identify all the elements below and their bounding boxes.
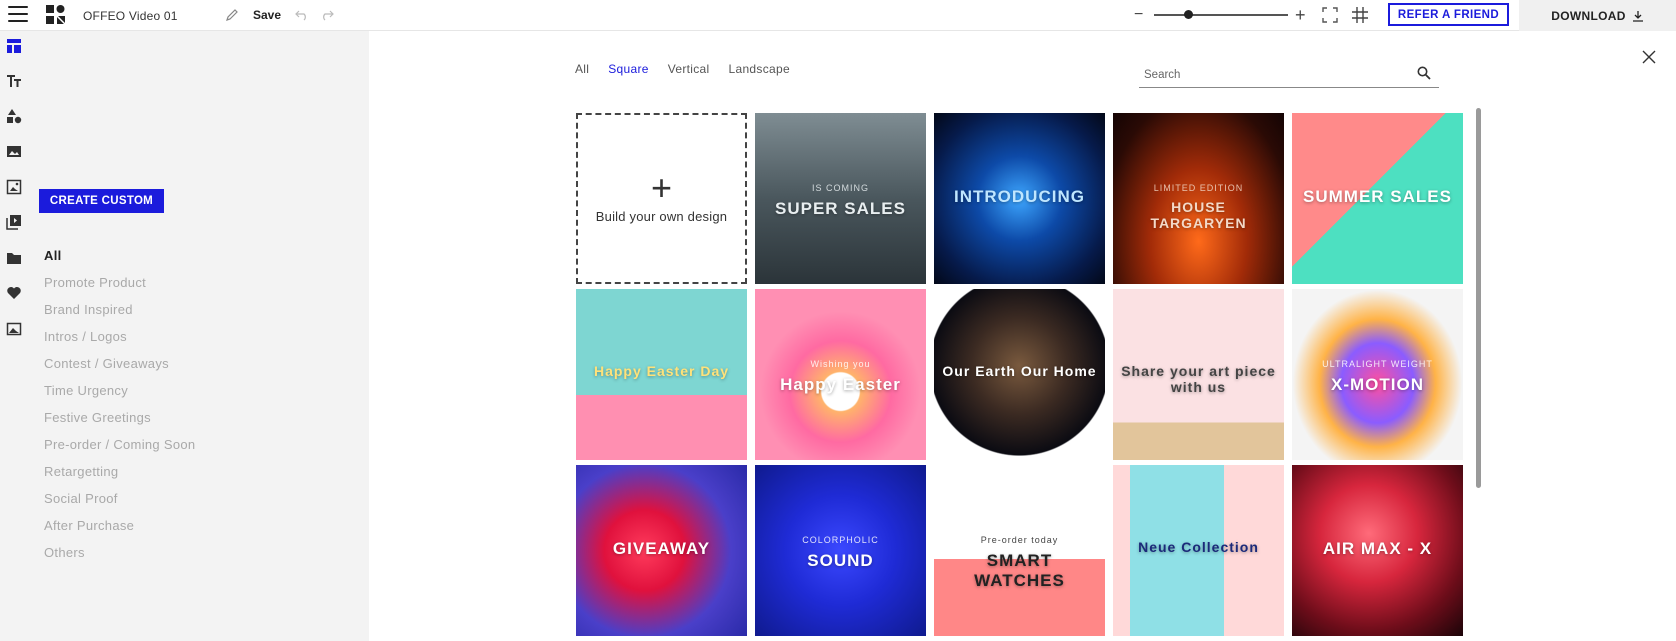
template-subtitle: IS COMING [811, 183, 869, 193]
search-icon[interactable] [1417, 66, 1431, 80]
format-tabs: All Square Vertical Landscape [575, 62, 790, 76]
template-tile[interactable]: ULTRALIGHT WEIGHT X-MOTION [1292, 289, 1463, 460]
template-tile[interactable]: Wishing you Happy Easter [755, 289, 926, 460]
category-item[interactable]: Intros / Logos [44, 329, 195, 356]
template-tile[interactable]: Share your art piece with us [1113, 289, 1284, 460]
template-title: Share your art piece with us [1121, 363, 1276, 395]
media-library-icon[interactable] [6, 214, 22, 230]
category-item[interactable]: Festive Greetings [44, 410, 195, 437]
category-item[interactable]: All [44, 248, 195, 275]
download-label: DOWNLOAD [1551, 8, 1626, 23]
template-subtitle: Pre-order today [980, 535, 1059, 545]
template-title: X-MOTION [1331, 375, 1424, 394]
template-title: SMART WATCHES [974, 551, 1065, 590]
background-icon[interactable] [6, 321, 22, 337]
zoom-in-icon[interactable]: + [1295, 6, 1306, 24]
redo-icon[interactable] [320, 7, 334, 21]
template-title: INTRODUCING [954, 187, 1085, 206]
undo-icon[interactable] [295, 7, 309, 21]
tab-square[interactable]: Square [608, 62, 649, 76]
photo-icon[interactable] [6, 179, 22, 195]
create-custom-button[interactable]: CREATE CUSTOM [39, 189, 164, 213]
template-title: AIR MAX - X [1322, 539, 1433, 558]
tab-landscape[interactable]: Landscape [729, 62, 790, 76]
refer-a-friend-button[interactable]: REFER A FRIEND [1388, 3, 1509, 26]
category-item[interactable]: Others [44, 545, 195, 572]
template-tile[interactable]: Our Earth Our Home [934, 289, 1105, 460]
template-tile[interactable]: Neue Collection [1113, 465, 1284, 636]
category-item[interactable]: After Purchase [44, 518, 195, 545]
text-icon[interactable] [6, 73, 22, 89]
templates-icon[interactable] [6, 38, 22, 54]
category-item[interactable]: Time Urgency [44, 383, 195, 410]
folder-icon[interactable] [6, 250, 22, 266]
images-icon[interactable] [6, 143, 22, 159]
template-title: SUMMER SALES [1303, 187, 1452, 206]
template-tile[interactable]: COLORPHOLIC SOUND [755, 465, 926, 636]
close-icon[interactable] [1641, 49, 1657, 65]
template-title: HOUSE TARGARYEN [1150, 199, 1247, 231]
template-tile[interactable]: AIR MAX - X [1292, 465, 1463, 636]
template-title: Neue Collection [1138, 539, 1259, 555]
build-your-own-design-tile[interactable]: + Build your own design [576, 113, 747, 284]
template-title: SOUND [807, 551, 874, 570]
search-input[interactable] [1139, 66, 1399, 84]
template-title: Happy Easter [780, 375, 901, 394]
template-tile[interactable]: INTRODUCING [934, 113, 1105, 284]
template-subtitle: ULTRALIGHT WEIGHT [1322, 359, 1433, 369]
save-button[interactable]: Save [253, 8, 281, 22]
template-tile[interactable]: GIVEAWAY [576, 465, 747, 636]
template-tile[interactable]: Happy Easter Day [576, 289, 747, 460]
template-title: Happy Easter Day [593, 363, 730, 379]
category-item[interactable]: Brand Inspired [44, 302, 195, 329]
pencil-icon[interactable] [225, 8, 239, 22]
tool-rail [0, 31, 28, 641]
template-title: Our Earth Our Home [942, 363, 1097, 379]
project-title[interactable]: OFFEO Video 01 [83, 9, 178, 23]
fit-to-screen-icon[interactable] [1322, 7, 1338, 23]
build-your-own-label: Build your own design [595, 209, 728, 224]
search-box [1139, 63, 1439, 88]
template-tile[interactable]: LIMITED EDITION HOUSE TARGARYEN [1113, 113, 1284, 284]
download-button[interactable]: DOWNLOAD [1519, 0, 1676, 31]
category-item[interactable]: Pre-order / Coming Soon [44, 437, 195, 464]
hamburger-menu-icon[interactable] [8, 6, 28, 22]
category-item[interactable]: Social Proof [44, 491, 195, 518]
template-subtitle: LIMITED EDITION [1153, 183, 1244, 193]
template-title: GIVEAWAY [612, 539, 711, 558]
download-icon [1632, 10, 1643, 22]
template-tile[interactable]: SUMMER SALES [1292, 113, 1463, 284]
heart-icon[interactable] [6, 285, 22, 301]
template-category-panel: CREATE CUSTOM All Promote Product Brand In… [28, 31, 369, 641]
template-subtitle: COLORPHOLIC [802, 535, 879, 545]
template-title: SUPER SALES [775, 199, 906, 218]
zoom-slider[interactable] [1154, 14, 1288, 16]
tab-all[interactable]: All [575, 62, 589, 76]
zoom-out-icon[interactable]: − [1134, 7, 1143, 23]
offeo-logo-icon[interactable] [46, 5, 65, 24]
plus-icon: + [650, 167, 673, 208]
category-item[interactable]: Retargetting [44, 464, 195, 491]
template-browser: All Square Vertical Landscape + Build your … [369, 31, 1676, 641]
shapes-icon[interactable] [6, 108, 22, 124]
template-tile[interactable]: IS COMING SUPER SALES [755, 113, 926, 284]
template-subtitle: Wishing you [810, 359, 871, 369]
grid-icon[interactable] [1351, 6, 1369, 24]
template-tile[interactable]: Pre-order today SMART WATCHES [934, 465, 1105, 636]
template-grid: + Build your own design IS COMING SUPER S… [576, 113, 1471, 636]
category-item[interactable]: Promote Product [44, 275, 195, 302]
category-item[interactable]: Contest / Giveaways [44, 356, 195, 383]
tab-vertical[interactable]: Vertical [668, 62, 710, 76]
zoom-slider-handle[interactable] [1183, 10, 1193, 19]
category-list: All Promote Product Brand Inspired Intros /… [44, 248, 195, 572]
scrollbar[interactable] [1476, 108, 1481, 488]
top-bar: OFFEO Video 01 Save − + REFER A FRIEND D… [0, 0, 1676, 31]
